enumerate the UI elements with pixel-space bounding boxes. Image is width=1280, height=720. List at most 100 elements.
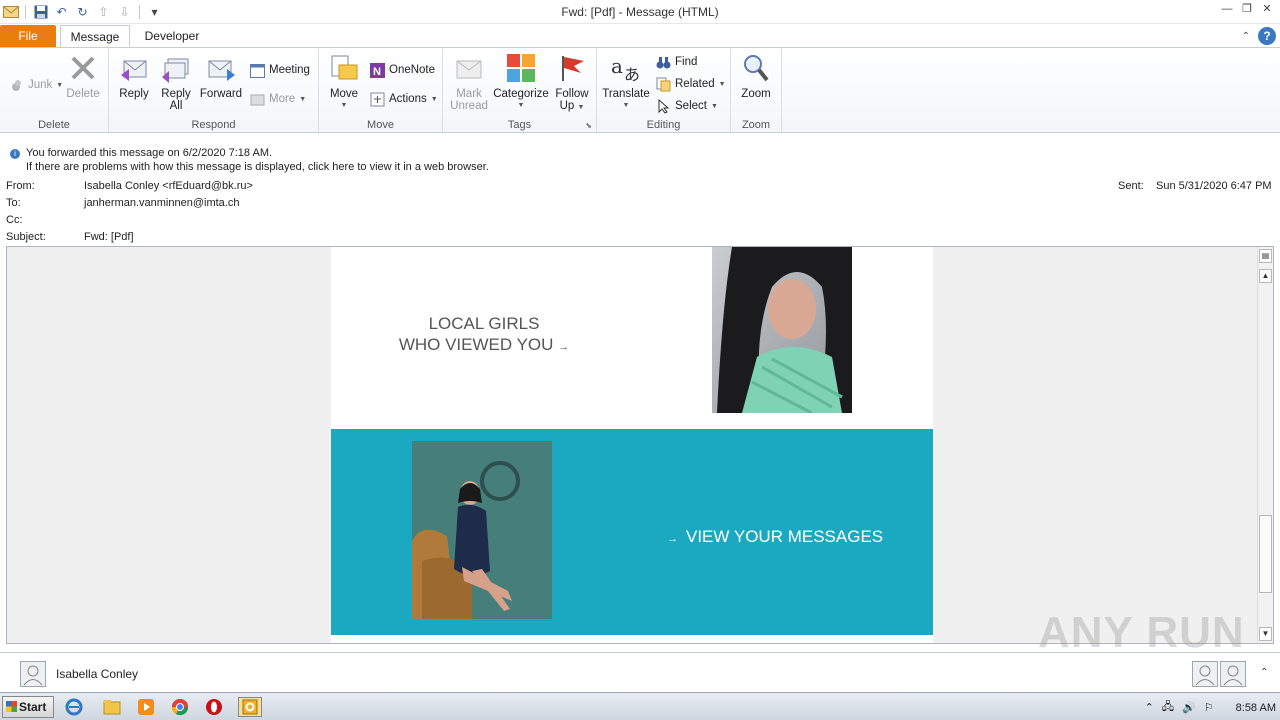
media-player-icon[interactable]	[136, 697, 156, 717]
windows-logo-icon	[6, 701, 17, 712]
more-button[interactable]: More ▼	[249, 90, 306, 108]
people-pane-name[interactable]: Isabella Conley	[56, 667, 138, 681]
cc-label: Cc:	[6, 214, 23, 226]
move-group: Move ▼ N OneNote Actions ▼ Move	[319, 48, 443, 133]
svg-text:あ: あ	[624, 65, 640, 83]
categorize-button[interactable]: Categorize ▼	[493, 52, 549, 112]
move-button[interactable]: Move ▼	[325, 52, 363, 112]
ie-icon[interactable]	[64, 697, 84, 717]
tags-dialog-launcher-icon[interactable]: ⬊	[585, 121, 592, 130]
ribbon: Junk ▼ Delete Delete Reply Reply All Forw…	[0, 47, 1280, 133]
profile-photo-1[interactable]	[712, 247, 852, 415]
subject-value: Fwd: [Pdf]	[84, 231, 134, 243]
profile-photo-2[interactable]	[412, 441, 552, 619]
forward-icon	[205, 52, 237, 84]
zoom-button[interactable]: Zoom	[735, 52, 777, 100]
related-icon	[655, 76, 671, 92]
to-value[interactable]: janherman.vanminnen@imta.ch	[84, 197, 239, 209]
view-messages-link[interactable]: → VIEW YOUR MESSAGES	[667, 527, 883, 547]
flag-icon	[556, 52, 588, 84]
tab-message[interactable]: Message	[60, 25, 130, 48]
magnifier-icon	[740, 52, 772, 84]
person-small-icon-2[interactable]	[1220, 661, 1246, 687]
onenote-button[interactable]: N OneNote	[369, 61, 435, 79]
scroll-thumb[interactable]	[1259, 515, 1272, 593]
tab-file[interactable]: File	[0, 25, 56, 48]
outlook-taskbar-icon[interactable]	[238, 697, 262, 717]
watermark: ANY RUN	[1038, 608, 1245, 657]
window-controls: — ❐ ✕	[1220, 2, 1274, 16]
restore-icon[interactable]: ❐	[1240, 2, 1254, 16]
from-label: From:	[6, 180, 35, 192]
window-title: Fwd: [Pdf] - Message (HTML)	[561, 5, 719, 19]
scroll-up-icon[interactable]: ▲	[1259, 269, 1272, 283]
delete-group: Junk ▼ Delete Delete	[0, 48, 109, 133]
title-bar: ↶ ↻ ⇧ ⇩ ▾ Fwd: [Pdf] - Message (HTML) — …	[0, 0, 1280, 24]
collapse-ribbon-icon[interactable]: ⌃	[1242, 31, 1250, 42]
translate-icon: aあ	[610, 52, 642, 84]
action-center-flag-icon[interactable]: ⚐	[1204, 701, 1214, 714]
tab-developer[interactable]: Developer	[134, 25, 210, 48]
select-button[interactable]: Select ▼	[655, 97, 718, 115]
network-icon[interactable]: 🖧	[1162, 698, 1174, 717]
meeting-icon	[249, 62, 265, 78]
clock[interactable]: 8:58 AM	[1236, 702, 1276, 714]
onenote-icon: N	[369, 62, 385, 78]
info-bar[interactable]: i You forwarded this message on 6/2/2020 …	[10, 146, 489, 174]
scroll-view-icon[interactable]: ▤	[1259, 249, 1272, 263]
scroll-down-icon[interactable]: ▼	[1259, 627, 1272, 641]
opera-icon[interactable]	[204, 697, 224, 717]
help-icon[interactable]: ?	[1258, 27, 1276, 45]
move-icon	[328, 52, 360, 84]
find-button[interactable]: Find	[655, 53, 697, 71]
minimize-icon[interactable]: —	[1220, 2, 1234, 16]
binoculars-icon	[655, 54, 671, 70]
message-body-viewer[interactable]: LOCAL GIRLS WHO VIEWED YOU → → VIEW YOUR…	[6, 246, 1274, 644]
avatar[interactable]	[20, 661, 46, 687]
chrome-icon[interactable]	[170, 697, 190, 717]
forward-button[interactable]: Forward	[199, 52, 243, 100]
svg-text:N: N	[373, 66, 381, 78]
delete-button[interactable]: Delete	[62, 52, 104, 100]
respond-group: Reply Reply All Forward Meeting More ▼ Re…	[109, 48, 319, 133]
person-small-icon[interactable]	[1192, 661, 1218, 687]
translate-button[interactable]: aあ Translate ▼	[601, 52, 651, 112]
to-label: To:	[6, 197, 21, 209]
junk-button[interactable]: Junk ▼	[8, 76, 63, 94]
reply-button[interactable]: Reply	[115, 52, 153, 100]
taskbar: Start ⌃ 🖧 🔊 ⚐ 8:58 AM	[0, 692, 1280, 720]
reply-all-icon	[160, 52, 192, 84]
info-icon: i	[10, 149, 20, 159]
reply-icon	[118, 52, 150, 84]
local-girls-link[interactable]: LOCAL GIRLS WHO VIEWED YOU →	[389, 313, 579, 358]
vertical-scrollbar[interactable]: ▤ ▲ ▼	[1257, 247, 1273, 643]
start-button[interactable]: Start	[2, 696, 54, 718]
from-value[interactable]: Isabella Conley <rfEduard@bk.ru>	[84, 180, 253, 192]
junk-icon	[8, 77, 24, 93]
close-icon[interactable]: ✕	[1260, 2, 1274, 16]
sent-value: Sun 5/31/2020 6:47 PM	[1156, 180, 1272, 192]
svg-text:a: a	[611, 54, 623, 78]
follow-up-button[interactable]: Follow Up ▼	[551, 52, 593, 114]
related-button[interactable]: Related ▼	[655, 75, 726, 93]
local-girls-section: LOCAL GIRLS WHO VIEWED YOU →	[331, 247, 933, 429]
zoom-group: Zoom Zoom	[731, 48, 782, 133]
volume-icon[interactable]: 🔊	[1182, 701, 1196, 714]
mark-unread-icon	[453, 52, 485, 84]
cursor-icon	[655, 98, 671, 114]
help-area: ⌃ ?	[1242, 27, 1276, 45]
more-icon	[249, 91, 265, 107]
editing-group: aあ Translate ▼ Find Related ▼ Select ▼ Edi…	[597, 48, 731, 133]
categorize-icon	[505, 52, 537, 84]
view-messages-section: → VIEW YOUR MESSAGES	[331, 429, 933, 635]
expand-people-pane-icon[interactable]: ⌃	[1260, 667, 1268, 678]
ribbon-tabs: File Message Developer ⌃ ?	[0, 24, 1280, 48]
reply-all-button[interactable]: Reply All	[157, 52, 195, 112]
meeting-button[interactable]: Meeting	[249, 61, 310, 79]
folder-icon[interactable]	[102, 697, 122, 717]
actions-button[interactable]: Actions ▼	[369, 90, 438, 108]
tray-expand-icon[interactable]: ⌃	[1145, 701, 1154, 714]
mark-unread-button[interactable]: Mark Unread	[449, 52, 489, 112]
message-header: i You forwarded this message on 6/2/2020 …	[0, 142, 1280, 246]
sent-label: Sent:	[1118, 180, 1144, 192]
